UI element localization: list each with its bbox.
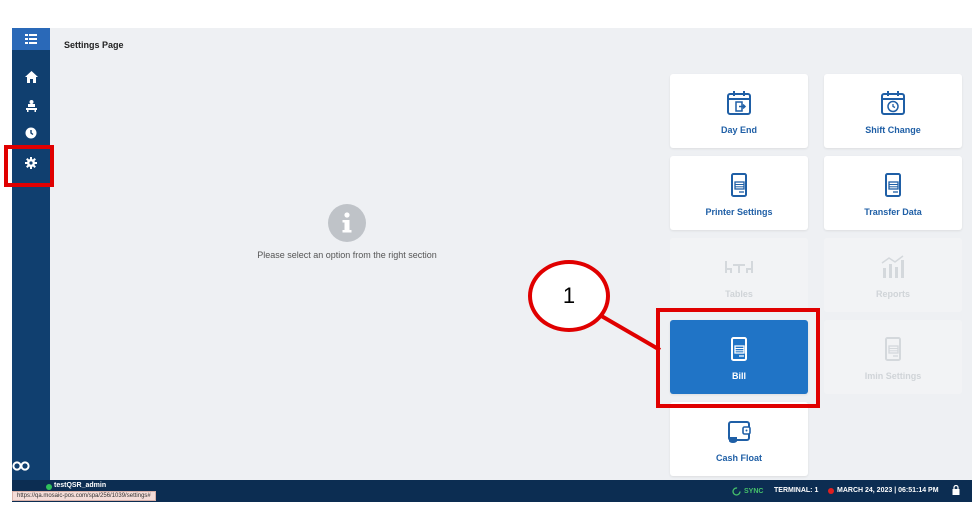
annotation-callout: 1 bbox=[528, 260, 610, 332]
callout-number: 1 bbox=[562, 283, 576, 308]
annotation-connector bbox=[596, 312, 662, 352]
